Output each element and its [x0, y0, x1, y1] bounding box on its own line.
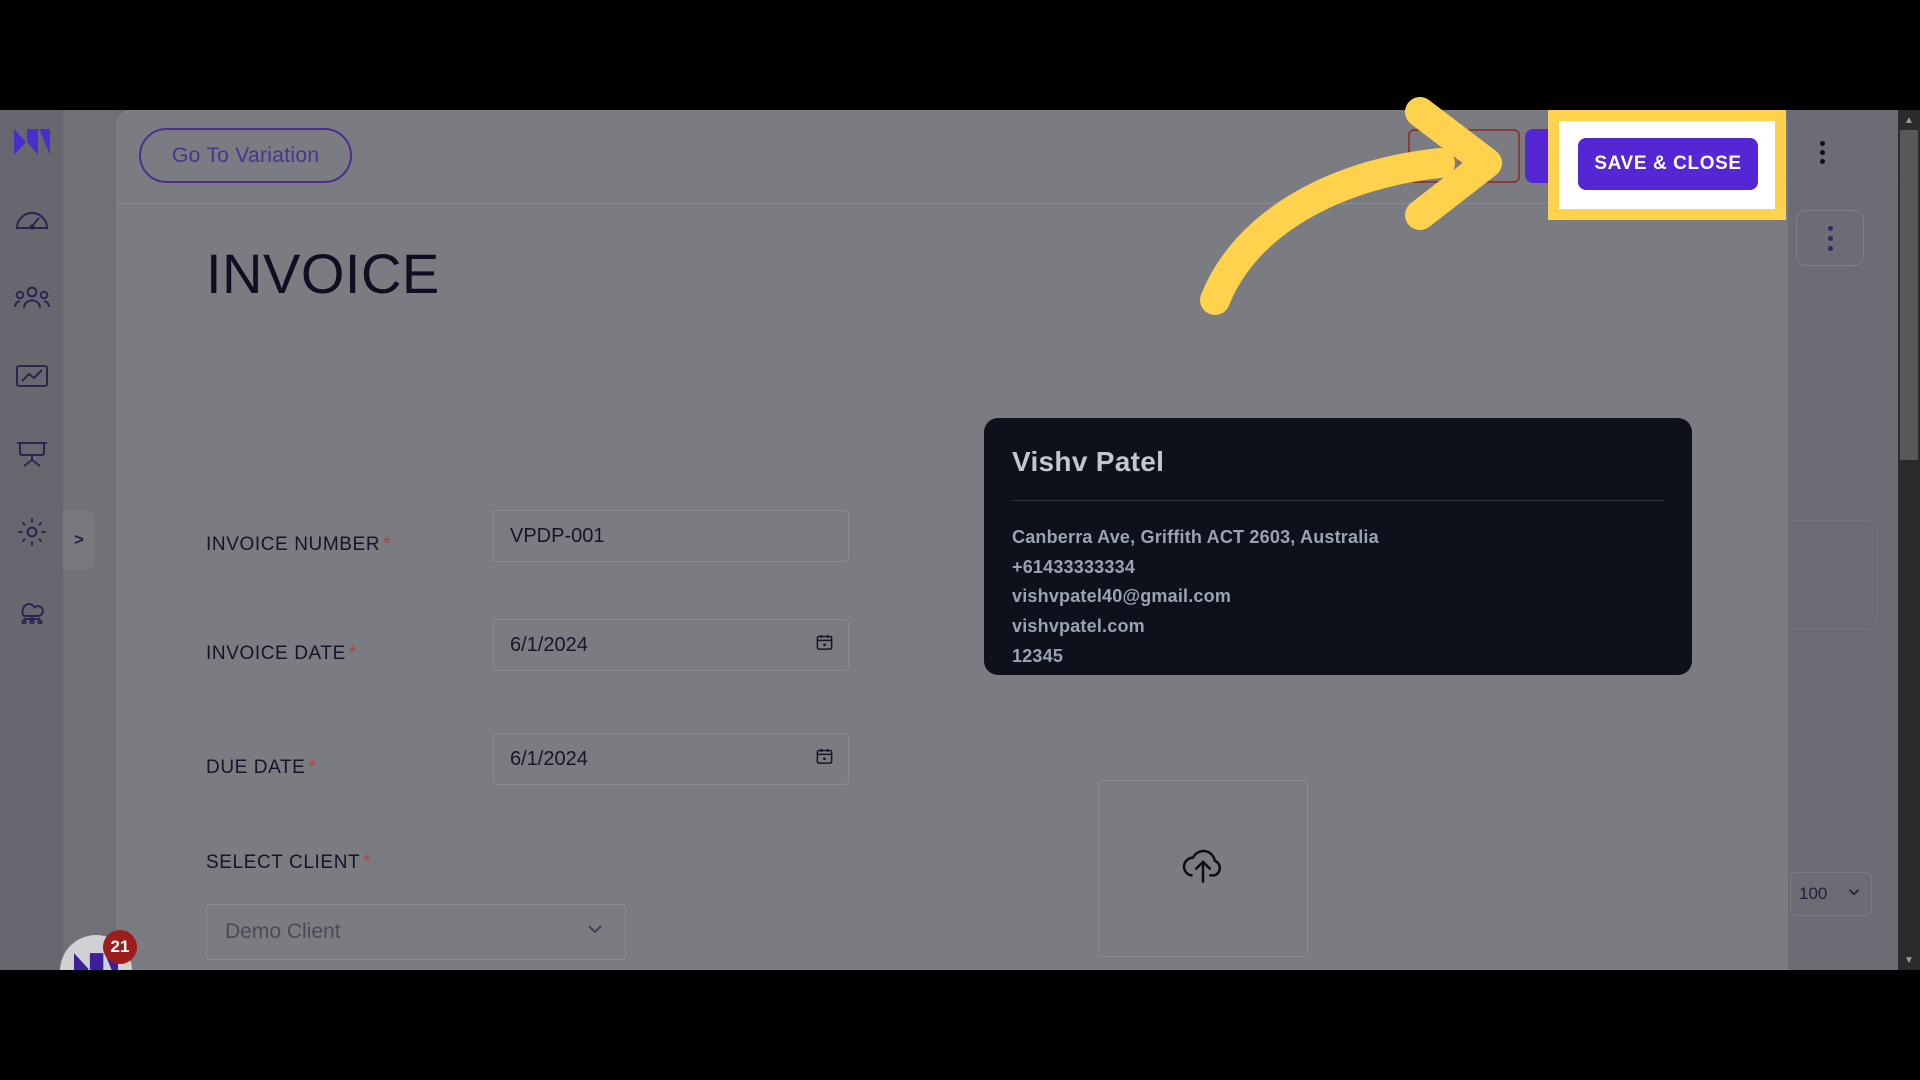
contact-address: Canberra Ave, Griffith ACT 2603, Austral… — [1012, 527, 1379, 547]
client-contact-card: Vishv Patel Canberra Ave, Griffith ACT 2… — [984, 418, 1692, 675]
cloud-upload-icon — [1178, 844, 1228, 893]
required-marker: * — [383, 534, 392, 555]
contact-email: vishvpatel40@gmail.com — [1012, 586, 1232, 607]
invoice-date-value: 6/1/2024 — [510, 633, 588, 656]
field-label: INVOICE DATE * — [206, 643, 357, 665]
chat-unread-badge: 21 — [103, 930, 137, 964]
required-marker: * — [363, 852, 372, 873]
invoice-date-input[interactable]: 6/1/2024 — [493, 619, 849, 671]
field-label-text: INVOICE NUMBER — [206, 534, 381, 555]
due-date-value: 6/1/2024 — [510, 747, 588, 770]
invoice-heading: INVOICE — [206, 242, 440, 305]
select-client-value: Demo Client — [225, 920, 341, 943]
select-client-dropdown[interactable]: Demo Client — [206, 904, 626, 960]
chevron-down-icon — [583, 917, 607, 947]
calendar-icon[interactable] — [815, 633, 834, 658]
contact-website: vishvpatel.com — [1012, 616, 1145, 637]
calendar-icon[interactable] — [815, 747, 834, 772]
field-label: SELECT CLIENT * — [206, 852, 371, 874]
field-label-text: DUE DATE — [206, 757, 306, 778]
screen-root: 6 B d 100 > — [0, 0, 1920, 1080]
scroll-up-arrow-icon[interactable]: ▲ — [1898, 110, 1920, 130]
logo-upload-dropzone[interactable] — [1098, 780, 1308, 957]
highlighted-save-and-close-button[interactable]: SAVE & CLOSE — [1578, 138, 1758, 190]
contact-postcode: 12345 — [1012, 645, 1064, 666]
modal-header: Go To Variation Close SAVE & CLOSE — [116, 110, 1788, 204]
required-marker: * — [308, 757, 317, 778]
contact-divider — [1012, 500, 1664, 501]
field-label-text: INVOICE DATE — [206, 643, 346, 664]
close-button[interactable]: Close — [1407, 129, 1520, 183]
invoice-number-input[interactable]: VPDP-001 — [493, 510, 849, 562]
contact-name: Vishv Patel — [1012, 446, 1165, 477]
field-label: INVOICE NUMBER * — [206, 534, 391, 556]
field-label: DUE DATE * — [206, 757, 316, 779]
page-scrollbar[interactable]: ▲ ▼ — [1898, 110, 1920, 970]
field-label-text: SELECT CLIENT — [206, 852, 361, 873]
due-date-input[interactable]: 6/1/2024 — [493, 733, 849, 785]
go-to-variation-button[interactable]: Go To Variation — [139, 128, 353, 183]
invoice-number-value: VPDP-001 — [510, 524, 605, 547]
scrollbar-thumb[interactable] — [1900, 130, 1918, 460]
required-marker: * — [348, 643, 357, 664]
contact-phone: +61433333334 — [1012, 556, 1136, 577]
app-viewport: 6 B d 100 > — [0, 110, 1920, 970]
scroll-down-arrow-icon[interactable]: ▼ — [1898, 950, 1920, 970]
